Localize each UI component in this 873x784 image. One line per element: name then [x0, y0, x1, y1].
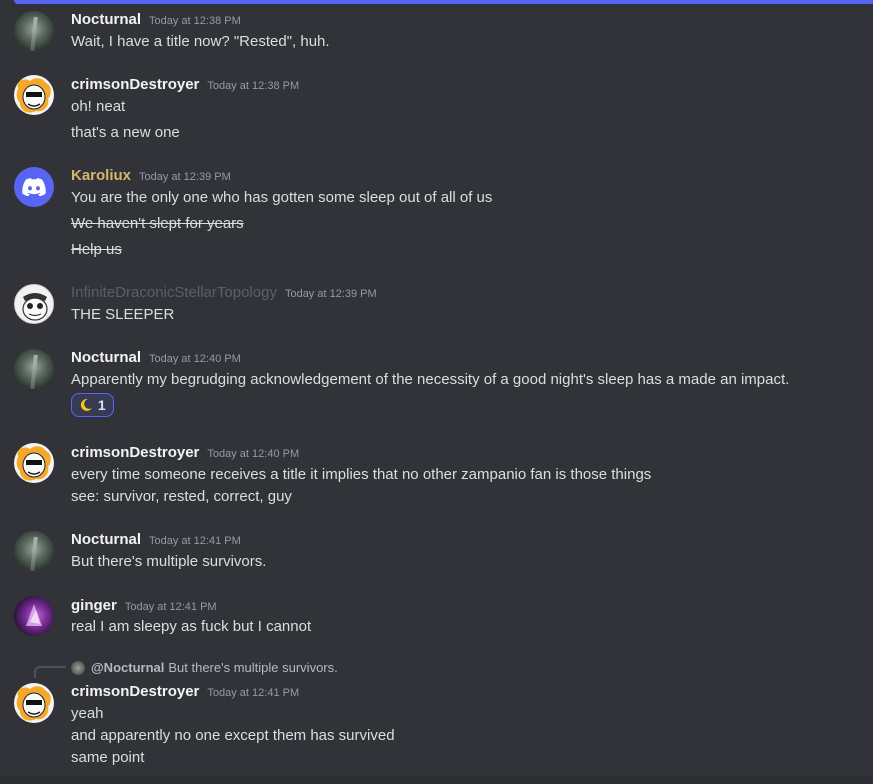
reaction-button[interactable]: 1 [71, 393, 114, 417]
character-avatar-icon [16, 78, 51, 113]
reply-preview[interactable]: @Nocturnal But there's multiple survivor… [71, 660, 338, 675]
message-text: that's a new one [71, 124, 180, 141]
timestamp[interactable]: Today at 12:39 PM [285, 288, 377, 300]
username[interactable]: Nocturnal [71, 349, 141, 366]
message-text: You are the only one who has gotten some… [71, 189, 493, 206]
timestamp[interactable]: Today at 12:40 PM [207, 448, 299, 460]
username[interactable]: Nocturnal [71, 11, 141, 28]
message-text: same point [71, 749, 145, 766]
username[interactable]: Nocturnal [71, 531, 141, 548]
character-avatar-icon [16, 446, 51, 481]
discord-logo-icon [22, 178, 46, 196]
reply-mention[interactable]: @Nocturnal [91, 660, 164, 675]
avatar[interactable] [14, 284, 54, 324]
timestamp[interactable]: Today at 12:40 PM [149, 353, 241, 365]
timestamp[interactable]: Today at 12:39 PM [139, 171, 231, 183]
character-avatar-icon [22, 293, 48, 321]
timestamp[interactable]: Today at 12:41 PM [149, 535, 241, 547]
message-text: every time someone receives a title it i… [71, 466, 652, 483]
avatar[interactable] [14, 167, 54, 207]
message-text: and apparently no one except them has su… [71, 727, 395, 744]
timestamp[interactable]: Today at 12:41 PM [125, 601, 217, 613]
reaction-count: 1 [97, 397, 106, 413]
character-avatar-icon [16, 686, 51, 721]
avatar[interactable] [14, 596, 54, 636]
reply-spine [34, 666, 66, 678]
timestamp[interactable]: Today at 12:41 PM [207, 687, 299, 699]
username[interactable]: crimsonDestroyer [71, 76, 199, 93]
message-text-strikethrough: Help us [71, 241, 122, 258]
message-text: Wait, I have a title now? "Rested", huh. [71, 33, 330, 50]
message-text: Apparently my begrudging acknowledgement… [71, 371, 790, 388]
message-composer-edge [0, 776, 873, 784]
username[interactable]: InfiniteDraconicStellarTopology [71, 284, 277, 301]
message-text: But there's multiple survivors. [71, 553, 267, 570]
message-text: yeah [71, 705, 104, 722]
character-avatar-icon [26, 604, 42, 626]
crescent-moon-icon [81, 398, 93, 411]
avatar[interactable] [14, 443, 54, 483]
username[interactable]: ginger [71, 597, 117, 614]
username[interactable]: crimsonDestroyer [71, 444, 199, 461]
reply-avatar [71, 660, 85, 675]
reply-text: But there's multiple survivors. [168, 660, 338, 675]
message-text: see: survivor, rested, correct, guy [71, 488, 292, 505]
avatar[interactable] [14, 75, 54, 115]
message-text-strikethrough: We haven't slept for years [71, 215, 244, 232]
timestamp[interactable]: Today at 12:38 PM [207, 80, 299, 92]
message-text: real I am sleepy as fuck but I cannot [71, 618, 312, 635]
timestamp[interactable]: Today at 12:38 PM [149, 15, 241, 27]
avatar[interactable] [14, 349, 54, 389]
username[interactable]: crimsonDestroyer [71, 683, 199, 700]
username[interactable]: Karoliux [71, 167, 131, 184]
message-text: oh! neat [71, 98, 126, 115]
top-accent-bar [14, 0, 873, 4]
avatar[interactable] [14, 11, 54, 51]
avatar[interactable] [14, 531, 54, 571]
message-text: THE SLEEPER [71, 306, 175, 323]
avatar[interactable] [14, 683, 54, 723]
